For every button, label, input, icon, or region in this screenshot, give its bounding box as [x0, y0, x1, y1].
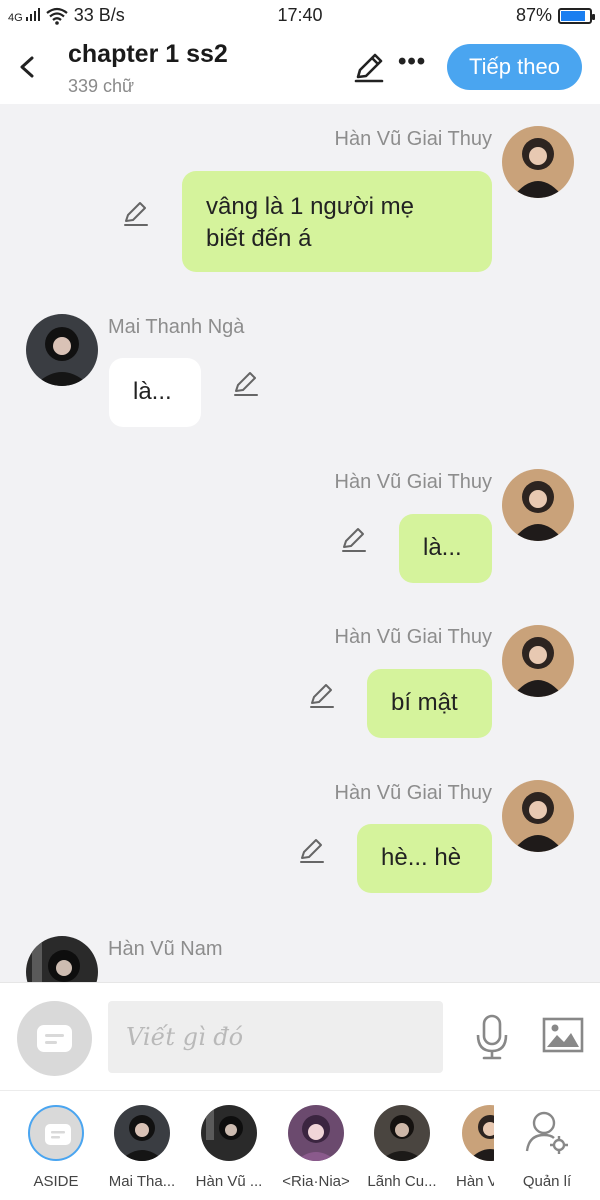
- sender-name: Hàn Vũ Giai Thuy: [334, 782, 493, 804]
- message-input[interactable]: [108, 1001, 443, 1073]
- character-name: Hàn V: [456, 1173, 494, 1190]
- avatar: [288, 1105, 344, 1161]
- page-title: chapter 1 ss2: [68, 40, 228, 68]
- avatar: [374, 1105, 430, 1161]
- sender-name: Hàn Vũ Giai Thuy: [334, 128, 493, 150]
- character-name: Hàn Vũ ...: [195, 1173, 263, 1190]
- character-item[interactable]: Mai Tha...: [99, 1105, 185, 1190]
- avatar[interactable]: [502, 469, 574, 541]
- status-right: 87%: [515, 5, 595, 26]
- avatar[interactable]: [26, 314, 98, 386]
- character-name: Mai Tha...: [108, 1173, 176, 1190]
- back-icon[interactable]: [14, 50, 42, 84]
- battery-percent: 87%: [515, 5, 552, 25]
- sender-name: Mai Thanh Ngà: [108, 316, 245, 338]
- avatar[interactable]: [26, 936, 98, 982]
- message-line: hè... hè: [381, 844, 462, 871]
- message-bubble[interactable]: hè... hè: [357, 824, 492, 893]
- character-item[interactable]: Hàn V: [446, 1105, 494, 1190]
- edit-message-icon[interactable]: [340, 526, 368, 554]
- edit-message-icon[interactable]: [122, 200, 150, 228]
- message-line: vâng là 1 người mẹ: [206, 193, 414, 220]
- manage-characters-button[interactable]: Quản lí: [504, 1105, 590, 1190]
- avatar: [201, 1105, 257, 1161]
- edit-icon[interactable]: [352, 50, 386, 84]
- avatar: [462, 1105, 494, 1161]
- sender-name: Hàn Vũ Nam: [108, 938, 223, 960]
- character-item-aside[interactable]: ASIDE: [13, 1105, 99, 1190]
- edit-message-icon[interactable]: [308, 682, 336, 710]
- avatar[interactable]: [502, 625, 574, 697]
- sender-name: Hàn Vũ Giai Thuy: [334, 471, 493, 493]
- character-name: Lãnh Cu...: [367, 1173, 437, 1190]
- message-bubble[interactable]: vâng là 1 người mẹ biết đến á: [182, 171, 492, 272]
- next-button[interactable]: Tiếp theo: [447, 44, 582, 90]
- message-line: là...: [133, 378, 172, 405]
- avatar[interactable]: [502, 780, 574, 852]
- message-line: biết đến á: [206, 225, 312, 252]
- microphone-icon[interactable]: [472, 1013, 512, 1061]
- character-name: <Ria·Nia>: [282, 1173, 350, 1190]
- message-bubble[interactable]: là...: [109, 358, 201, 427]
- character-item[interactable]: Hàn Vũ ...: [186, 1105, 272, 1190]
- battery-icon: [558, 7, 595, 24]
- status-bar: 4G 33 B/s 17:40 87%: [0, 0, 600, 32]
- chat-bubble-icon: [37, 1025, 72, 1052]
- edit-message-icon[interactable]: [232, 370, 260, 398]
- avatar: [114, 1105, 170, 1161]
- message-line: bí mật: [391, 689, 458, 716]
- message-bubble[interactable]: bí mật: [367, 669, 492, 738]
- edit-message-icon[interactable]: [298, 837, 326, 865]
- header: chapter 1 ss2 339 chữ ••• Tiếp theo: [0, 32, 600, 104]
- battery-fill: [561, 10, 586, 21]
- aside-icon: [28, 1105, 84, 1161]
- avatar[interactable]: [502, 126, 574, 198]
- character-strip: ASIDE Mai Tha... Hàn Vũ ... <Ria·Nia> Lã…: [0, 1090, 600, 1200]
- composer-bar: [0, 982, 600, 1090]
- character-name: ASIDE: [33, 1173, 79, 1190]
- character-item[interactable]: Lãnh Cu...: [359, 1105, 445, 1190]
- message-bubble[interactable]: là...: [399, 514, 492, 583]
- user-settings-icon: [525, 1111, 568, 1154]
- image-icon[interactable]: [542, 1017, 584, 1053]
- character-name: Quản lí: [522, 1173, 572, 1190]
- message-line: là...: [423, 534, 462, 561]
- sender-name: Hàn Vũ Giai Thuy: [334, 626, 493, 648]
- chat-area[interactable]: Hàn Vũ Giai Thuy vâng là 1 người mẹ biết…: [0, 104, 600, 982]
- character-item[interactable]: <Ria·Nia>: [273, 1105, 359, 1190]
- more-options-button[interactable]: •••: [398, 50, 428, 80]
- word-count: 339 chữ: [68, 76, 135, 96]
- aside-toggle-button[interactable]: [17, 1001, 92, 1076]
- status-time: 17:40: [277, 5, 323, 25]
